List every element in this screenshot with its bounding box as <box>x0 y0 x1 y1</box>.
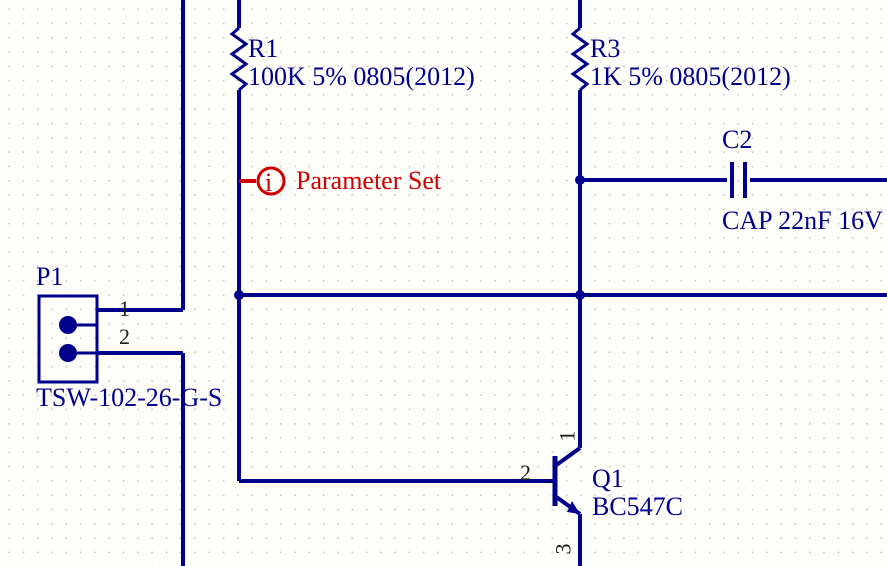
r1-designator[interactable]: R1 <box>248 36 278 62</box>
capacitor-c2[interactable] <box>732 162 745 198</box>
q1-value[interactable]: BC547C <box>592 494 683 520</box>
p1-value[interactable]: TSW-102-26-G-S <box>36 385 222 411</box>
paramset-label[interactable]: Parameter Set <box>296 168 441 194</box>
r1-value[interactable]: 100K 5% 0805(2012) <box>248 64 475 90</box>
q1-pin2-num: 2 <box>520 462 531 484</box>
p1-pin1-num: 1 <box>119 298 130 320</box>
q1-pin1-num: 1 <box>557 431 579 442</box>
transistor-q1[interactable] <box>538 440 580 522</box>
p1-pin2-num: 2 <box>119 326 130 348</box>
r3-value[interactable]: 1K 5% 0805(2012) <box>590 64 791 90</box>
paramset-i: i <box>265 170 272 196</box>
connector-p1[interactable] <box>39 296 97 382</box>
q1-pin3-num: 3 <box>553 544 575 555</box>
r3-designator[interactable]: R3 <box>590 36 620 62</box>
c2-designator[interactable]: C2 <box>722 127 752 153</box>
resistor-r3[interactable] <box>573 28 587 90</box>
p1-designator[interactable]: P1 <box>36 264 63 290</box>
c2-value[interactable]: CAP 22nF 16V <box>722 208 883 234</box>
q1-designator[interactable]: Q1 <box>592 466 624 492</box>
resistor-r1[interactable] <box>232 28 246 90</box>
